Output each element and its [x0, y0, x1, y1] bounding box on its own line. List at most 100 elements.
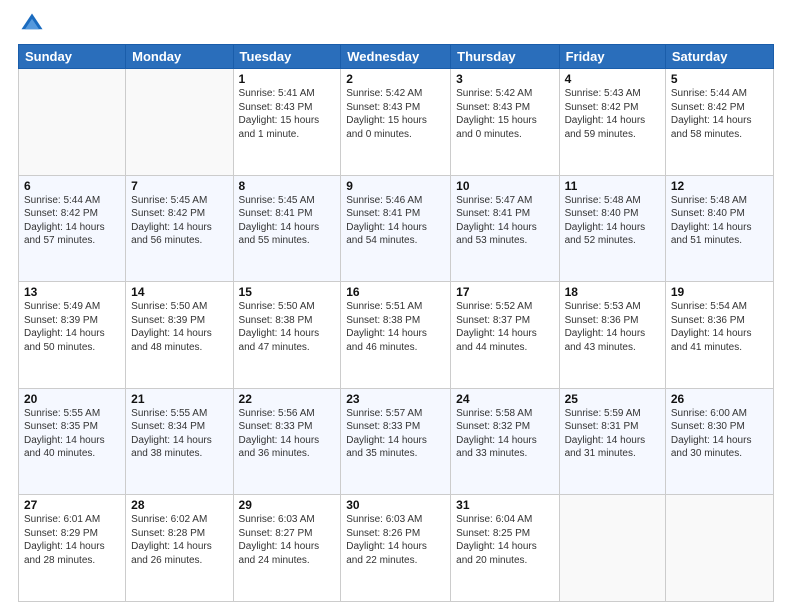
day-number: 10	[456, 179, 553, 193]
day-detail: Sunrise: 5:45 AM Sunset: 8:42 PM Dayligh…	[131, 194, 227, 248]
calendar-cell: 27Sunrise: 6:01 AM Sunset: 8:29 PM Dayli…	[19, 495, 126, 602]
day-number: 16	[346, 285, 445, 299]
calendar-cell: 19Sunrise: 5:54 AM Sunset: 8:36 PM Dayli…	[665, 282, 773, 389]
day-number: 1	[239, 72, 336, 86]
day-number: 23	[346, 392, 445, 406]
calendar-cell: 1Sunrise: 5:41 AM Sunset: 8:43 PM Daylig…	[233, 69, 341, 176]
calendar-week-row: 13Sunrise: 5:49 AM Sunset: 8:39 PM Dayli…	[19, 282, 774, 389]
day-detail: Sunrise: 6:02 AM Sunset: 8:28 PM Dayligh…	[131, 513, 227, 567]
day-detail: Sunrise: 5:41 AM Sunset: 8:43 PM Dayligh…	[239, 87, 336, 141]
day-detail: Sunrise: 5:45 AM Sunset: 8:41 PM Dayligh…	[239, 194, 336, 248]
day-detail: Sunrise: 6:03 AM Sunset: 8:27 PM Dayligh…	[239, 513, 336, 567]
calendar-cell	[665, 495, 773, 602]
calendar-cell: 15Sunrise: 5:50 AM Sunset: 8:38 PM Dayli…	[233, 282, 341, 389]
day-detail: Sunrise: 5:43 AM Sunset: 8:42 PM Dayligh…	[565, 87, 660, 141]
day-detail: Sunrise: 5:52 AM Sunset: 8:37 PM Dayligh…	[456, 300, 553, 354]
calendar-cell: 17Sunrise: 5:52 AM Sunset: 8:37 PM Dayli…	[451, 282, 559, 389]
day-detail: Sunrise: 6:04 AM Sunset: 8:25 PM Dayligh…	[456, 513, 553, 567]
calendar-cell: 31Sunrise: 6:04 AM Sunset: 8:25 PM Dayli…	[451, 495, 559, 602]
calendar-cell: 6Sunrise: 5:44 AM Sunset: 8:42 PM Daylig…	[19, 175, 126, 282]
day-detail: Sunrise: 5:42 AM Sunset: 8:43 PM Dayligh…	[456, 87, 553, 141]
day-number: 30	[346, 498, 445, 512]
calendar-cell: 11Sunrise: 5:48 AM Sunset: 8:40 PM Dayli…	[559, 175, 665, 282]
day-number: 22	[239, 392, 336, 406]
day-number: 3	[456, 72, 553, 86]
day-detail: Sunrise: 5:47 AM Sunset: 8:41 PM Dayligh…	[456, 194, 553, 248]
calendar-day-header: Tuesday	[233, 45, 341, 69]
day-number: 20	[24, 392, 120, 406]
calendar-cell: 7Sunrise: 5:45 AM Sunset: 8:42 PM Daylig…	[126, 175, 233, 282]
calendar-cell: 20Sunrise: 5:55 AM Sunset: 8:35 PM Dayli…	[19, 388, 126, 495]
day-detail: Sunrise: 6:03 AM Sunset: 8:26 PM Dayligh…	[346, 513, 445, 567]
day-detail: Sunrise: 5:46 AM Sunset: 8:41 PM Dayligh…	[346, 194, 445, 248]
day-detail: Sunrise: 5:50 AM Sunset: 8:38 PM Dayligh…	[239, 300, 336, 354]
calendar-day-header: Sunday	[19, 45, 126, 69]
day-number: 9	[346, 179, 445, 193]
day-number: 18	[565, 285, 660, 299]
calendar-cell: 2Sunrise: 5:42 AM Sunset: 8:43 PM Daylig…	[341, 69, 451, 176]
day-number: 19	[671, 285, 768, 299]
day-detail: Sunrise: 5:49 AM Sunset: 8:39 PM Dayligh…	[24, 300, 120, 354]
calendar-cell: 13Sunrise: 5:49 AM Sunset: 8:39 PM Dayli…	[19, 282, 126, 389]
calendar-day-header: Wednesday	[341, 45, 451, 69]
day-detail: Sunrise: 5:48 AM Sunset: 8:40 PM Dayligh…	[671, 194, 768, 248]
calendar-day-header: Friday	[559, 45, 665, 69]
calendar-cell: 10Sunrise: 5:47 AM Sunset: 8:41 PM Dayli…	[451, 175, 559, 282]
day-number: 31	[456, 498, 553, 512]
calendar-week-row: 6Sunrise: 5:44 AM Sunset: 8:42 PM Daylig…	[19, 175, 774, 282]
calendar-cell	[19, 69, 126, 176]
calendar-cell: 29Sunrise: 6:03 AM Sunset: 8:27 PM Dayli…	[233, 495, 341, 602]
day-number: 12	[671, 179, 768, 193]
calendar-cell: 23Sunrise: 5:57 AM Sunset: 8:33 PM Dayli…	[341, 388, 451, 495]
calendar-cell: 4Sunrise: 5:43 AM Sunset: 8:42 PM Daylig…	[559, 69, 665, 176]
day-detail: Sunrise: 5:51 AM Sunset: 8:38 PM Dayligh…	[346, 300, 445, 354]
logo-icon	[18, 10, 46, 38]
day-number: 26	[671, 392, 768, 406]
day-detail: Sunrise: 5:58 AM Sunset: 8:32 PM Dayligh…	[456, 407, 553, 461]
calendar-cell: 30Sunrise: 6:03 AM Sunset: 8:26 PM Dayli…	[341, 495, 451, 602]
calendar-cell: 9Sunrise: 5:46 AM Sunset: 8:41 PM Daylig…	[341, 175, 451, 282]
day-detail: Sunrise: 5:48 AM Sunset: 8:40 PM Dayligh…	[565, 194, 660, 248]
calendar-cell: 5Sunrise: 5:44 AM Sunset: 8:42 PM Daylig…	[665, 69, 773, 176]
day-number: 4	[565, 72, 660, 86]
day-number: 6	[24, 179, 120, 193]
calendar-cell	[126, 69, 233, 176]
calendar-week-row: 27Sunrise: 6:01 AM Sunset: 8:29 PM Dayli…	[19, 495, 774, 602]
day-detail: Sunrise: 6:01 AM Sunset: 8:29 PM Dayligh…	[24, 513, 120, 567]
calendar-week-row: 20Sunrise: 5:55 AM Sunset: 8:35 PM Dayli…	[19, 388, 774, 495]
day-number: 28	[131, 498, 227, 512]
day-number: 2	[346, 72, 445, 86]
day-number: 13	[24, 285, 120, 299]
calendar-cell: 22Sunrise: 5:56 AM Sunset: 8:33 PM Dayli…	[233, 388, 341, 495]
day-number: 14	[131, 285, 227, 299]
calendar-day-header: Thursday	[451, 45, 559, 69]
day-number: 7	[131, 179, 227, 193]
day-detail: Sunrise: 5:53 AM Sunset: 8:36 PM Dayligh…	[565, 300, 660, 354]
header	[18, 10, 774, 38]
calendar-week-row: 1Sunrise: 5:41 AM Sunset: 8:43 PM Daylig…	[19, 69, 774, 176]
day-detail: Sunrise: 5:57 AM Sunset: 8:33 PM Dayligh…	[346, 407, 445, 461]
page: SundayMondayTuesdayWednesdayThursdayFrid…	[0, 0, 792, 612]
day-detail: Sunrise: 5:54 AM Sunset: 8:36 PM Dayligh…	[671, 300, 768, 354]
calendar-cell: 3Sunrise: 5:42 AM Sunset: 8:43 PM Daylig…	[451, 69, 559, 176]
calendar-day-header: Monday	[126, 45, 233, 69]
day-number: 17	[456, 285, 553, 299]
calendar-cell	[559, 495, 665, 602]
calendar-day-header: Saturday	[665, 45, 773, 69]
calendar-cell: 25Sunrise: 5:59 AM Sunset: 8:31 PM Dayli…	[559, 388, 665, 495]
calendar-cell: 8Sunrise: 5:45 AM Sunset: 8:41 PM Daylig…	[233, 175, 341, 282]
day-detail: Sunrise: 5:42 AM Sunset: 8:43 PM Dayligh…	[346, 87, 445, 141]
day-number: 25	[565, 392, 660, 406]
day-number: 24	[456, 392, 553, 406]
day-number: 8	[239, 179, 336, 193]
day-detail: Sunrise: 5:44 AM Sunset: 8:42 PM Dayligh…	[671, 87, 768, 141]
day-number: 15	[239, 285, 336, 299]
day-detail: Sunrise: 5:59 AM Sunset: 8:31 PM Dayligh…	[565, 407, 660, 461]
day-detail: Sunrise: 5:44 AM Sunset: 8:42 PM Dayligh…	[24, 194, 120, 248]
calendar-cell: 14Sunrise: 5:50 AM Sunset: 8:39 PM Dayli…	[126, 282, 233, 389]
day-number: 5	[671, 72, 768, 86]
day-detail: Sunrise: 6:00 AM Sunset: 8:30 PM Dayligh…	[671, 407, 768, 461]
calendar-cell: 24Sunrise: 5:58 AM Sunset: 8:32 PM Dayli…	[451, 388, 559, 495]
logo	[18, 10, 50, 38]
calendar-cell: 21Sunrise: 5:55 AM Sunset: 8:34 PM Dayli…	[126, 388, 233, 495]
